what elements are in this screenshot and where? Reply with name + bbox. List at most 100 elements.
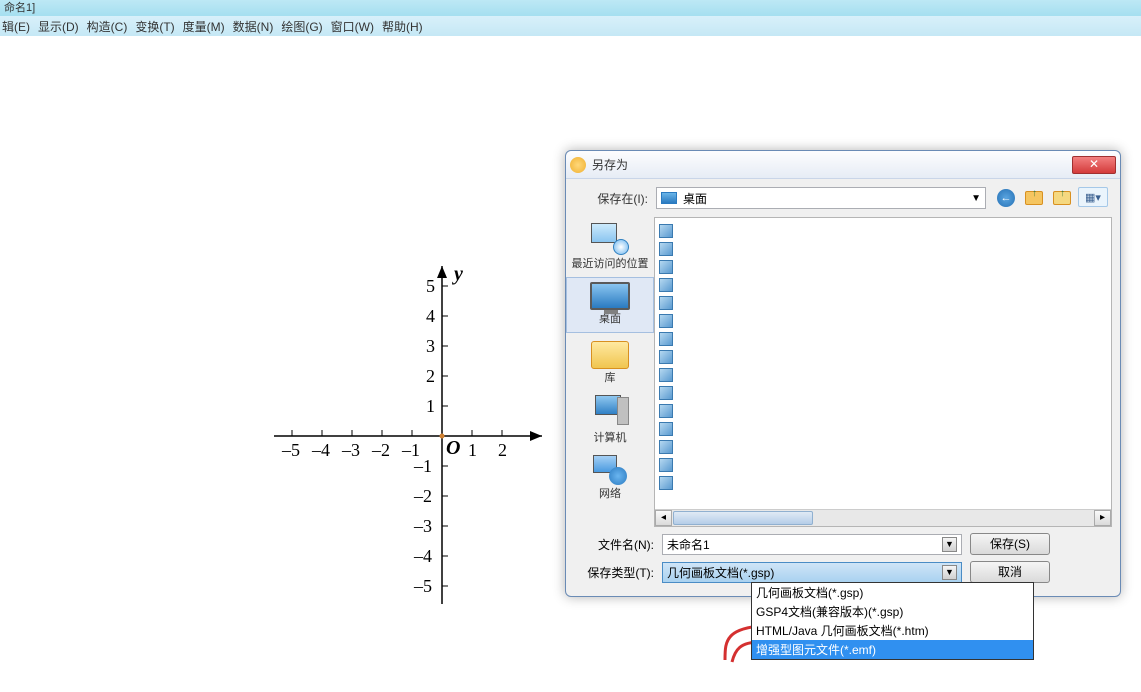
list-item[interactable] xyxy=(659,258,1107,276)
recent-icon xyxy=(591,223,629,255)
menu-window[interactable]: 窗口(W) xyxy=(331,18,374,35)
file-icon xyxy=(659,368,673,382)
places-sidebar: 最近访问的位置 桌面 库 计算机 网络 xyxy=(566,217,654,527)
svg-text:5: 5 xyxy=(426,276,435,296)
svg-text:y: y xyxy=(452,263,463,285)
place-network-label: 网络 xyxy=(568,485,652,501)
folder-icon xyxy=(591,341,629,369)
list-item[interactable] xyxy=(659,222,1107,240)
file-icon xyxy=(659,242,673,256)
horizontal-scrollbar[interactable]: ◂ ▸ xyxy=(655,509,1111,526)
scroll-left-arrow[interactable]: ◂ xyxy=(655,510,672,526)
save-type-dropdown[interactable]: 几何画板文档(*.gsp) ▼ xyxy=(662,562,962,583)
place-desktop[interactable]: 桌面 xyxy=(566,277,654,333)
desktop-icon xyxy=(661,192,677,204)
chevron-down-icon: ▼ xyxy=(971,193,981,204)
chevron-down-icon[interactable]: ▼ xyxy=(942,565,957,580)
computer-icon xyxy=(595,395,625,429)
svg-text:O: O xyxy=(446,437,460,459)
cancel-button[interactable]: 取消 xyxy=(970,561,1050,583)
menu-measure[interactable]: 度量(M) xyxy=(183,18,225,35)
place-computer[interactable]: 计算机 xyxy=(566,391,654,451)
file-icon xyxy=(659,404,673,418)
dialog-title: 另存为 xyxy=(592,156,1072,173)
menu-bar: 辑(E) 显示(D) 构造(C) 变换(T) 度量(M) 数据(N) 绘图(G)… xyxy=(0,16,1141,36)
dialog-title-bar[interactable]: 另存为 ✕ xyxy=(566,151,1120,179)
scroll-thumb[interactable] xyxy=(673,511,813,525)
menu-transform[interactable]: 变换(T) xyxy=(135,18,174,35)
list-item[interactable] xyxy=(659,276,1107,294)
svg-text:–5: –5 xyxy=(281,440,300,460)
save-type-label: 保存类型(T): xyxy=(576,564,654,581)
location-dropdown[interactable]: 桌面 ▼ xyxy=(656,187,986,209)
file-icon xyxy=(659,440,673,454)
list-item[interactable] xyxy=(659,240,1107,258)
type-option-gsp4[interactable]: GSP4文档(兼容版本)(*.gsp) xyxy=(752,602,1033,621)
filename-input[interactable]: 未命名1 ▼ xyxy=(662,534,962,555)
place-library[interactable]: 库 xyxy=(566,333,654,391)
svg-text:–5: –5 xyxy=(413,576,432,596)
filename-value: 未命名1 xyxy=(667,536,710,553)
list-item[interactable] xyxy=(659,348,1107,366)
type-option-htm[interactable]: HTML/Java 几何画板文档(*.htm) xyxy=(752,621,1033,640)
file-icon xyxy=(659,314,673,328)
list-item[interactable] xyxy=(659,330,1107,348)
place-computer-label: 计算机 xyxy=(568,429,652,445)
file-icon xyxy=(659,422,673,436)
svg-text:–3: –3 xyxy=(413,516,432,536)
filename-label: 文件名(N): xyxy=(576,536,654,553)
menu-help[interactable]: 帮助(H) xyxy=(382,18,423,35)
file-icon xyxy=(659,278,673,292)
type-option-emf[interactable]: 增强型图元文件(*.emf) xyxy=(752,640,1033,659)
menu-graph[interactable]: 绘图(G) xyxy=(281,18,322,35)
back-button[interactable]: ← xyxy=(994,187,1018,209)
menu-edit[interactable]: 辑(E) xyxy=(2,18,30,35)
file-icon xyxy=(659,332,673,346)
svg-text:–4: –4 xyxy=(311,440,330,460)
list-item[interactable] xyxy=(659,384,1107,402)
save-button[interactable]: 保存(S) xyxy=(970,533,1050,555)
list-item[interactable] xyxy=(659,294,1107,312)
list-item[interactable] xyxy=(659,366,1107,384)
list-item[interactable] xyxy=(659,438,1107,456)
svg-text:2: 2 xyxy=(498,440,507,460)
up-folder-button[interactable] xyxy=(1022,187,1046,209)
svg-text:1: 1 xyxy=(426,396,435,416)
menu-construct[interactable]: 构造(C) xyxy=(87,18,128,35)
svg-text:–2: –2 xyxy=(371,440,390,460)
globe-icon xyxy=(593,455,627,485)
svg-text:–1: –1 xyxy=(413,456,432,476)
list-item[interactable] xyxy=(659,420,1107,438)
menu-data[interactable]: 数据(N) xyxy=(233,18,274,35)
scroll-right-arrow[interactable]: ▸ xyxy=(1094,510,1111,526)
file-icon xyxy=(659,458,673,472)
type-option-gsp[interactable]: 几何画板文档(*.gsp) xyxy=(752,583,1033,602)
svg-text:–4: –4 xyxy=(413,546,432,566)
file-icon xyxy=(659,224,673,238)
svg-text:–3: –3 xyxy=(341,440,360,460)
menu-display[interactable]: 显示(D) xyxy=(38,18,79,35)
place-recent[interactable]: 最近访问的位置 xyxy=(566,219,654,277)
svg-text:1: 1 xyxy=(468,440,477,460)
file-icon xyxy=(659,386,673,400)
save-in-label: 保存在(I): xyxy=(578,190,648,207)
file-list[interactable]: ◂ ▸ xyxy=(654,217,1112,527)
list-item[interactable] xyxy=(659,456,1107,474)
file-icon xyxy=(659,350,673,364)
title-bar: 命名1] xyxy=(0,0,1141,16)
new-folder-button[interactable] xyxy=(1050,187,1074,209)
svg-text:3: 3 xyxy=(426,336,435,356)
close-button[interactable]: ✕ xyxy=(1072,156,1116,174)
chevron-down-icon[interactable]: ▼ xyxy=(942,537,957,552)
svg-text:–2: –2 xyxy=(413,486,432,506)
save-type-value: 几何画板文档(*.gsp) xyxy=(667,564,774,581)
place-recent-label: 最近访问的位置 xyxy=(568,255,652,271)
place-library-label: 库 xyxy=(568,369,652,385)
svg-text:4: 4 xyxy=(426,306,435,326)
place-network[interactable]: 网络 xyxy=(566,451,654,507)
view-mode-button[interactable]: ▦▾ xyxy=(1078,187,1108,207)
list-item[interactable] xyxy=(659,402,1107,420)
list-item[interactable] xyxy=(659,474,1107,492)
list-item[interactable] xyxy=(659,312,1107,330)
svg-text:2: 2 xyxy=(426,366,435,386)
